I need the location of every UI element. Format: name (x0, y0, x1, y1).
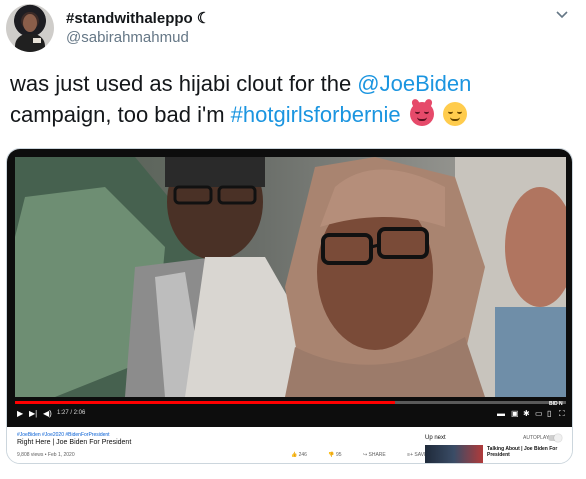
share-button[interactable]: ↪ SHARE (363, 452, 396, 458)
emoji-eye (414, 111, 420, 114)
video-title[interactable]: Right Here | Joe Biden For President (17, 439, 131, 446)
up-next-label: Up next (425, 435, 446, 441)
tweet-text: was just used as hijabi clout for the @J… (10, 68, 550, 130)
avatar-face (23, 14, 37, 32)
chevron-down-icon[interactable] (555, 8, 569, 22)
autoplay-icon[interactable]: ▬ (497, 410, 505, 418)
emoji-mouth (449, 117, 460, 121)
video-hashtags[interactable]: #JoeBiden #Joe2020 #BidenForPresident (17, 432, 110, 438)
dislike-count: 95 (335, 452, 342, 458)
like-button[interactable]: 👍 246 (291, 452, 317, 458)
autoplay-toggle[interactable] (548, 434, 562, 442)
avatar[interactable] (6, 4, 54, 52)
brand-watermark: BID N (549, 401, 563, 407)
smiling-face-with-horns-icon (409, 102, 434, 126)
video-info-panel: #JoeBiden #Joe2020 #BidenForPresident Ri… (7, 427, 572, 463)
theater-icon[interactable]: ▯ (547, 410, 551, 418)
tweet-text-part: campaign, too bad i'm (10, 102, 231, 127)
video-actions: 👍 246 👎 95 ↪ SHARE ≡+ SAVE (291, 452, 447, 458)
subtitles-icon[interactable]: ▣ (511, 410, 519, 418)
tweet-text-part: was just used as hijabi clout for the (10, 71, 358, 96)
emoji-eye (456, 111, 462, 114)
emoji-eye (423, 111, 429, 114)
fullscreen-icon[interactable]: ⛶ (559, 410, 565, 418)
emoji-mouth (416, 117, 427, 121)
share-label: SHARE (368, 452, 386, 458)
embedded-video-card[interactable]: ▶ ▶| ◀) 1:27 / 2:06 ▬ ▣ ✱ ▭ ▯ ⛶ BID N #J… (6, 148, 573, 464)
avatar-badge (33, 38, 41, 43)
next-video-thumbnail[interactable] (425, 445, 483, 463)
like-count: 246 (298, 452, 307, 458)
tweet-card: #standwithaleppo ☾ @sabirahmahmud was ju… (0, 0, 586, 479)
relieved-face-icon (442, 102, 467, 126)
autoplay-label: AUTOPLAY (523, 435, 550, 441)
video-meta: 9,808 views • Feb 1, 2020 (17, 452, 75, 458)
settings-icon[interactable]: ✱ (523, 410, 530, 418)
video-frame[interactable] (15, 157, 566, 397)
author-display-name[interactable]: #standwithaleppo ☾ (66, 9, 210, 27)
video-still-image (15, 157, 566, 397)
next-video-title[interactable]: Talking About | Joe Biden For President (487, 446, 567, 458)
video-progress-bar[interactable] (15, 401, 566, 404)
next-icon[interactable]: ▶| (29, 410, 37, 418)
dislike-button[interactable]: 👎 95 (328, 452, 351, 458)
emoji-eye (447, 111, 453, 114)
video-progress-fill (15, 401, 396, 404)
author-handle[interactable]: @sabirahmahmud (66, 29, 189, 46)
video-time: 1:27 / 2:06 (57, 410, 86, 416)
mention-link[interactable]: @JoeBiden (357, 71, 471, 96)
video-controls: ▶ ▶| ◀) 1:27 / 2:06 ▬ ▣ ✱ ▭ ▯ ⛶ (7, 397, 572, 427)
video-player[interactable]: ▶ ▶| ◀) 1:27 / 2:06 ▬ ▣ ✱ ▭ ▯ ⛶ BID N (7, 149, 572, 427)
volume-icon[interactable]: ◀) (43, 410, 52, 418)
play-icon[interactable]: ▶ (17, 410, 23, 418)
miniplayer-icon[interactable]: ▭ (535, 410, 543, 418)
hashtag-link[interactable]: #hotgirlsforbernie (231, 102, 401, 127)
avatar-body (15, 34, 45, 52)
